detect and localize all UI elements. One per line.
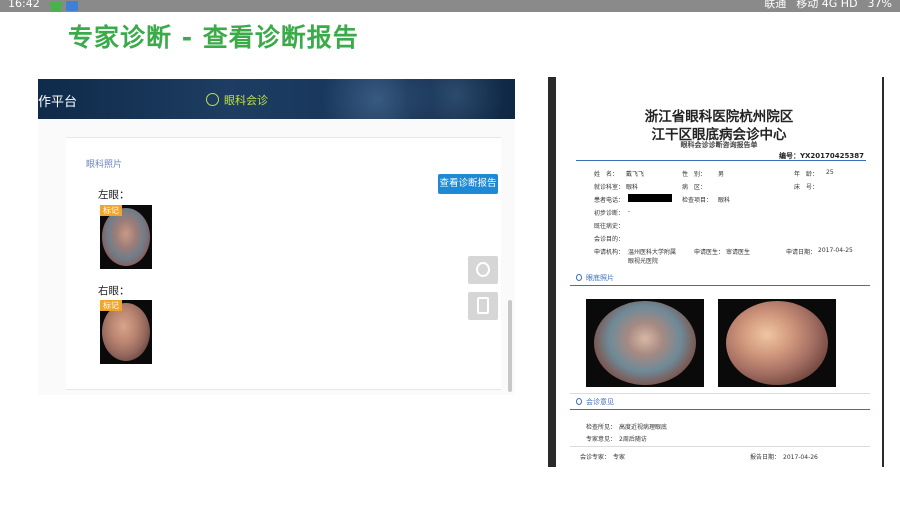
notification-icons (50, 1, 78, 11)
report-divider (570, 393, 870, 394)
exam-findings: 检查所见： 高度近视病理眼底 (586, 424, 668, 431)
app-header: 作平台 眼科会诊 (38, 79, 515, 119)
field-apply-org-label: 申请机构： (594, 249, 625, 256)
view-report-button[interactable]: 查看诊断报告 (438, 174, 498, 194)
field-dept-value: 眼科 (626, 184, 639, 191)
field-apply-date-value: 2017-04-25 (818, 247, 853, 254)
app-screenshot: 作平台 眼科会诊 眼科照片 查看诊断报告 左眼： 标记 右眼： 标记 (38, 79, 515, 395)
opinion-section-title: 会诊意见 (586, 398, 614, 406)
field-exam-label: 检查项目： (682, 197, 713, 204)
status-bar: 16:42 联通 移动 4G HD 37% (0, 0, 900, 12)
fundus-disc (102, 303, 150, 361)
camera-float-button[interactable] (468, 256, 498, 284)
field-name-value: 戴飞飞 (626, 171, 645, 178)
eye-consult-icon (206, 93, 219, 106)
consult-expert: 会诊专家： 专家 (580, 454, 626, 461)
field-apply-date-label: 申请日期： (786, 249, 817, 256)
field-prelim-value: - (628, 208, 631, 215)
field-prelim-label: 初步诊断： (594, 210, 625, 217)
report-photo: 浙江省眼科医院杭州院区 江干区眼底病会诊中心 眼科会诊诊断咨询报告单 编号：YX… (548, 77, 884, 467)
camera-icon (476, 262, 490, 277)
field-age-value: 25 (826, 169, 834, 176)
report-paper: 浙江省眼科医院杭州院区 江干区眼底病会诊中心 眼科会诊诊断咨询报告单 编号：YX… (556, 77, 882, 467)
fundus-disc (726, 301, 828, 385)
field-history-label: 既往病史： (594, 223, 625, 230)
app-notification-icon (66, 1, 78, 11)
photo-section-icon (576, 274, 582, 281)
mark-badge: 标记 (100, 205, 122, 216)
field-gender-label: 性 别： (682, 171, 707, 178)
report-right-fundus (718, 299, 836, 387)
report-hospital: 浙江省眼科医院杭州院区 (644, 109, 794, 125)
wechat-icon (50, 1, 62, 11)
section-label-eye-photos: 眼科照片 (86, 160, 123, 170)
field-apply-doctor-value: 审请医生 (726, 249, 751, 256)
field-name-label: 姓 名： (594, 171, 619, 178)
battery-level: 37% (867, 0, 892, 10)
field-gender-value: 男 (718, 171, 725, 178)
photos-section-rule (570, 285, 870, 286)
carrier-1: 联通 (764, 0, 787, 10)
carrier-2: 移动 4G HD (796, 0, 858, 10)
report-date: 报告日期： 2017-04-26 (750, 454, 818, 461)
upload-icon (477, 297, 489, 314)
left-eye-photo[interactable]: 标记 (100, 205, 152, 269)
right-eye-photo[interactable]: 标记 (100, 300, 152, 364)
report-rule (576, 160, 866, 161)
status-right: 联通 移动 4G HD 37% (764, 0, 892, 10)
expert-advice: 专家意见： 2周后随访 (586, 436, 647, 443)
slide-headline: 专家诊断 - 查看诊断报告 (68, 23, 359, 52)
redacted-phone (628, 194, 672, 202)
header-pattern (318, 79, 515, 119)
field-apply-org-value: 温州医科大学附属 (628, 249, 677, 256)
mark-badge: 标记 (100, 300, 122, 311)
opinion-section-rule (570, 409, 870, 410)
field-dept-label: 就诊科室： (594, 184, 625, 191)
right-eye-label: 右眼： (98, 285, 130, 297)
field-purpose-label: 会诊目的： (594, 236, 625, 243)
field-ward-label: 病 区： (682, 184, 707, 191)
field-apply-org-value-2: 眼视光医院 (628, 258, 659, 265)
field-age-label: 年 龄： (794, 171, 819, 178)
fundus-disc (594, 301, 696, 385)
field-phone-label: 患者电话： (594, 197, 625, 204)
field-exam-value: 眼科 (718, 197, 731, 204)
opinion-section-icon (576, 398, 582, 405)
photos-section-title: 眼底照片 (586, 274, 614, 282)
app-title: 作平台 (38, 95, 78, 110)
scrollbar[interactable] (508, 300, 512, 392)
report-divider-2 (570, 446, 870, 447)
upload-float-button[interactable] (468, 292, 498, 320)
nav-eye-consult[interactable]: 眼科会诊 (224, 92, 268, 108)
report-subtitle: 眼科会诊诊断咨询报告单 (680, 141, 758, 149)
field-bed-label: 床 号： (794, 184, 819, 191)
left-eye-label: 左眼： (98, 189, 130, 201)
status-time: 16:42 (8, 0, 40, 10)
field-apply-doctor-label: 申请医生： (694, 249, 725, 256)
fundus-disc (102, 208, 150, 266)
report-left-fundus (586, 299, 704, 387)
